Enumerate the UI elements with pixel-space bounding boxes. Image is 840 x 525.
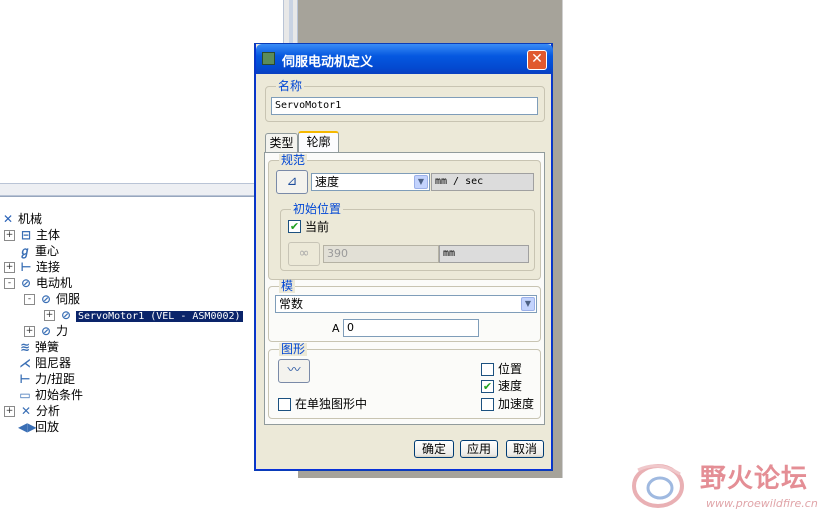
expand-icon[interactable]: + xyxy=(4,230,15,241)
tab-profile[interactable]: 轮廓 xyxy=(298,131,339,153)
playback-icon: ◀▶ xyxy=(18,420,37,434)
tree-item-playback[interactable]: ◀▶回放 xyxy=(18,419,59,435)
initial-position-group: 初始位置 ✔ 当前 ∞ 390 mm xyxy=(280,203,535,271)
glasses-icon[interactable]: ∞ xyxy=(288,242,320,266)
name-input[interactable]: ServoMotor1 xyxy=(271,97,538,115)
velocity-label: 速度 xyxy=(498,379,523,393)
tree-item-servo[interactable]: - ⊘ 伺服 xyxy=(24,291,80,307)
initial-condition-icon: ▭ xyxy=(19,388,31,402)
tree-item-connections[interactable]: + ⊢ 连接 xyxy=(4,259,60,275)
dialog-titlebar[interactable]: 伺服电动机定义 ✕ xyxy=(256,44,553,74)
tree-item-initial-conditions[interactable]: ▭ 初始条件 xyxy=(18,387,83,403)
separate-graph-label: 在单独图形中 xyxy=(295,397,368,411)
spec-unit: mm / sec xyxy=(431,173,534,191)
spec-graph-icon[interactable]: ⊿ xyxy=(276,170,308,194)
expand-icon[interactable]: + xyxy=(44,310,55,321)
graph-icon[interactable]: 〰 xyxy=(278,359,310,383)
damper-icon: ⋌ xyxy=(19,356,31,370)
magnitude-legend: 模 xyxy=(279,279,296,293)
a-label: A xyxy=(332,322,340,335)
motor-icon: ⊘ xyxy=(20,276,32,290)
initial-position-legend: 初始位置 xyxy=(291,202,344,216)
spring-icon: ≋ xyxy=(19,340,31,354)
chevron-down-icon: ▼ xyxy=(521,297,535,311)
expand-icon[interactable]: + xyxy=(24,326,35,337)
spec-group: 规范 ⊿ 速度 ▼ mm / sec 初始位置 ✔ 当前 ∞ 390 mm xyxy=(268,154,541,280)
body-icon: ⊟ xyxy=(20,228,32,242)
tree-root-mechanism[interactable]: ✕ 机械 xyxy=(1,211,42,227)
ok-button[interactable]: 确定 xyxy=(414,440,454,458)
force-icon: ⊘ xyxy=(40,324,52,338)
name-legend: 名称 xyxy=(276,79,305,93)
tree-item-analysis[interactable]: + ✕ 分析 xyxy=(4,403,60,419)
tree-item-motors[interactable]: - ⊘ 电动机 xyxy=(4,275,72,291)
force-torque-icon: ⊢ xyxy=(19,372,31,386)
cancel-button[interactable]: 取消 xyxy=(506,440,544,458)
panel-divider xyxy=(562,0,563,478)
connection-icon: ⊢ xyxy=(20,260,32,274)
servo-icon: ⊘ xyxy=(60,308,72,322)
velocity-checkbox[interactable]: ✔ xyxy=(481,380,494,393)
tree-item-force[interactable]: + ⊘ 力 xyxy=(24,323,68,339)
apply-button[interactable]: 应用 xyxy=(460,440,498,458)
tree-item-dampers[interactable]: ⋌ 阻尼器 xyxy=(18,355,71,371)
magnitude-group: 模 常数 ▼ A 0 xyxy=(268,280,541,342)
graph-group: 图形 〰 在单独图形中 位置 ✔ 速度 加速度 xyxy=(268,343,541,419)
chevron-down-icon: ▼ xyxy=(414,175,428,189)
profile-tab-panel: 规范 ⊿ 速度 ▼ mm / sec 初始位置 ✔ 当前 ∞ 390 mm 模 … xyxy=(264,152,545,425)
position-checkbox[interactable] xyxy=(481,363,494,376)
a-input[interactable]: 0 xyxy=(343,319,479,337)
magnitude-select[interactable]: 常数 ▼ xyxy=(275,295,537,313)
acceleration-label: 加速度 xyxy=(498,397,535,411)
watermark-text: 野火论坛 xyxy=(700,464,809,494)
expand-icon[interactable]: + xyxy=(4,262,15,273)
spec-legend: 规范 xyxy=(279,153,308,167)
spec-select[interactable]: 速度 ▼ xyxy=(311,173,430,191)
watermark-url: www.proewildfire.cn xyxy=(706,497,818,510)
window-icon xyxy=(262,52,275,65)
tree-item-force-torque[interactable]: ⊢ 力/扭距 xyxy=(18,371,76,387)
servo-motor-dialog: 伺服电动机定义 ✕ 名称 ServoMotor1 类型 轮廓 规范 ⊿ 速度 ▼… xyxy=(255,44,553,470)
tree-item-gravity[interactable]: ℊ 重心 xyxy=(18,243,59,259)
servo-icon: ⊘ xyxy=(40,292,52,306)
collapse-icon[interactable]: - xyxy=(4,278,15,289)
tree-item-servomotor1[interactable]: + ⊘ ServoMotor1 (VEL - ASM0002) xyxy=(44,307,243,323)
initial-position-input[interactable]: 390 xyxy=(323,245,439,263)
graph-legend: 图形 xyxy=(279,342,308,356)
expand-icon[interactable]: + xyxy=(4,406,15,417)
collapse-icon[interactable]: - xyxy=(24,294,35,305)
close-button[interactable]: ✕ xyxy=(527,50,547,70)
mechanism-icon: ✕ xyxy=(2,212,14,226)
analysis-icon: ✕ xyxy=(20,404,32,418)
splitter-horizontal[interactable] xyxy=(0,183,298,196)
gravity-icon: ℊ xyxy=(18,244,31,258)
position-label: 位置 xyxy=(498,362,523,376)
name-group: 名称 ServoMotor1 xyxy=(265,80,545,122)
tree-item-springs[interactable]: ≋ 弹簧 xyxy=(18,339,59,355)
tree-item-bodies[interactable]: + ⊟ 主体 xyxy=(4,227,60,243)
forum-logo-icon xyxy=(632,464,684,508)
dialog-title: 伺服电动机定义 xyxy=(282,55,374,70)
tab-type[interactable]: 类型 xyxy=(265,133,298,153)
separate-graph-checkbox[interactable] xyxy=(278,398,291,411)
current-label: 当前 xyxy=(305,220,330,234)
initial-position-unit: mm xyxy=(439,245,529,263)
acceleration-checkbox[interactable] xyxy=(481,398,494,411)
current-checkbox[interactable]: ✔ xyxy=(288,220,301,233)
